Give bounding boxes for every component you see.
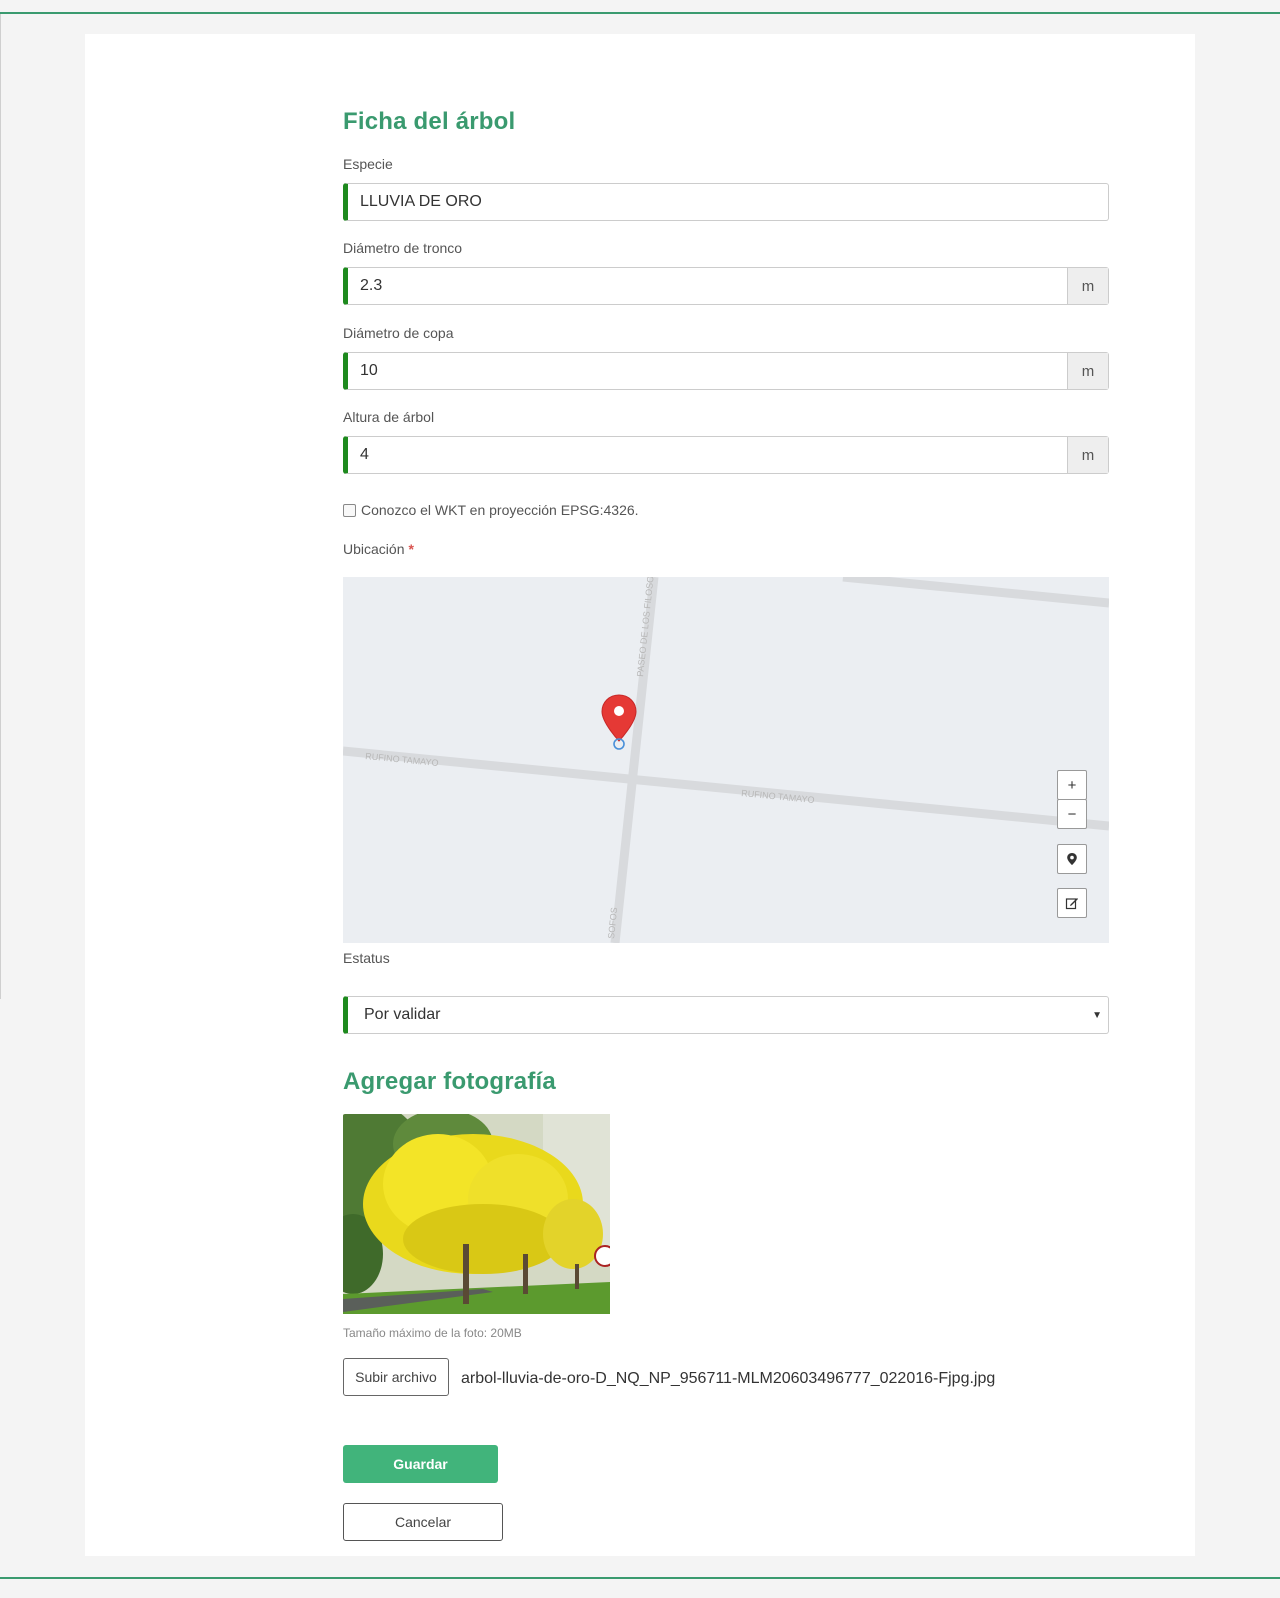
wkt-checkbox-label: Conozco el WKT en proyección EPSG:4326. [361,502,639,518]
map-marker-icon[interactable] [601,694,637,750]
map-label-rufino-1: RUFINO TAMAYO [365,751,439,768]
form-card: Ficha del árbol Especie LLUVIA DE ORO Di… [85,34,1195,1556]
crown-diameter-unit: m [1067,353,1108,389]
bottom-divider [0,1577,1280,1579]
marker-tool-button[interactable] [1057,844,1087,874]
tree-height-unit: m [1067,437,1108,473]
zoom-out-button[interactable]: − [1057,799,1087,829]
crown-diameter-value: 10 [360,362,378,379]
left-edge [0,14,1,999]
map-street-rufino-tamayo [343,746,1109,831]
required-mark: * [408,541,414,557]
species-label: Especie [343,156,393,172]
location-label: Ubicación * [343,541,414,557]
species-value: LLUVIA DE ORO [360,193,482,210]
trunk-diameter-field[interactable]: 2.3 m [343,267,1109,305]
location-map[interactable]: RUFINO TAMAYO RUFINO TAMAYO PASEO DE LOS… [343,577,1109,943]
photo-size-hint: Tamaño máximo de la foto: 20MB [343,1326,522,1340]
tree-height-value: 4 [360,446,369,463]
wkt-checkbox-row[interactable]: Conozco el WKT en proyección EPSG:4326. [343,502,639,518]
edit-tool-icon [1065,898,1078,910]
crown-diameter-label: Diámetro de copa [343,325,454,341]
trunk-diameter-value: 2.3 [360,277,383,294]
status-label: Estatus [343,950,390,966]
tree-height-field[interactable]: 4 m [343,436,1109,474]
tree-height-label: Altura de árbol [343,409,435,425]
selected-file-name: arbol-lluvia-de-oro-D_NQ_NP_956711-MLM20… [461,1370,996,1387]
tree-form-title: Ficha del árbol [343,108,516,135]
trunk-diameter-label: Diámetro de tronco [343,240,463,256]
photo-section-title: Agregar fotografía [343,1068,556,1095]
top-divider [0,12,1280,14]
trunk-diameter-unit: m [1067,268,1108,304]
save-button[interactable]: Guardar [343,1445,498,1483]
zoom-in-button[interactable]: + [1057,770,1087,800]
map-streets: RUFINO TAMAYO RUFINO TAMAYO PASEO DE LOS… [343,577,1109,943]
wkt-checkbox[interactable] [343,503,356,517]
map-street-ne [842,577,1109,608]
tree-photo [343,1114,610,1314]
chevron-down-icon: ▼ [1092,1009,1102,1021]
upload-file-button[interactable]: Subir archivo [343,1358,449,1396]
status-select[interactable]: Por validar ▼ [343,996,1109,1034]
edit-tool-button[interactable] [1057,888,1087,918]
species-field[interactable]: LLUVIA DE ORO [343,183,1109,221]
location-label-text: Ubicación [343,541,405,557]
map-label-rufino-2: RUFINO TAMAYO [741,788,815,805]
cancel-button[interactable]: Cancelar [343,1503,503,1541]
marker-tool-icon [1067,853,1077,865]
tree-photo-image [343,1114,610,1314]
status-selected-value: Por validar [364,1006,441,1023]
crown-diameter-field[interactable]: 10 m [343,352,1109,390]
